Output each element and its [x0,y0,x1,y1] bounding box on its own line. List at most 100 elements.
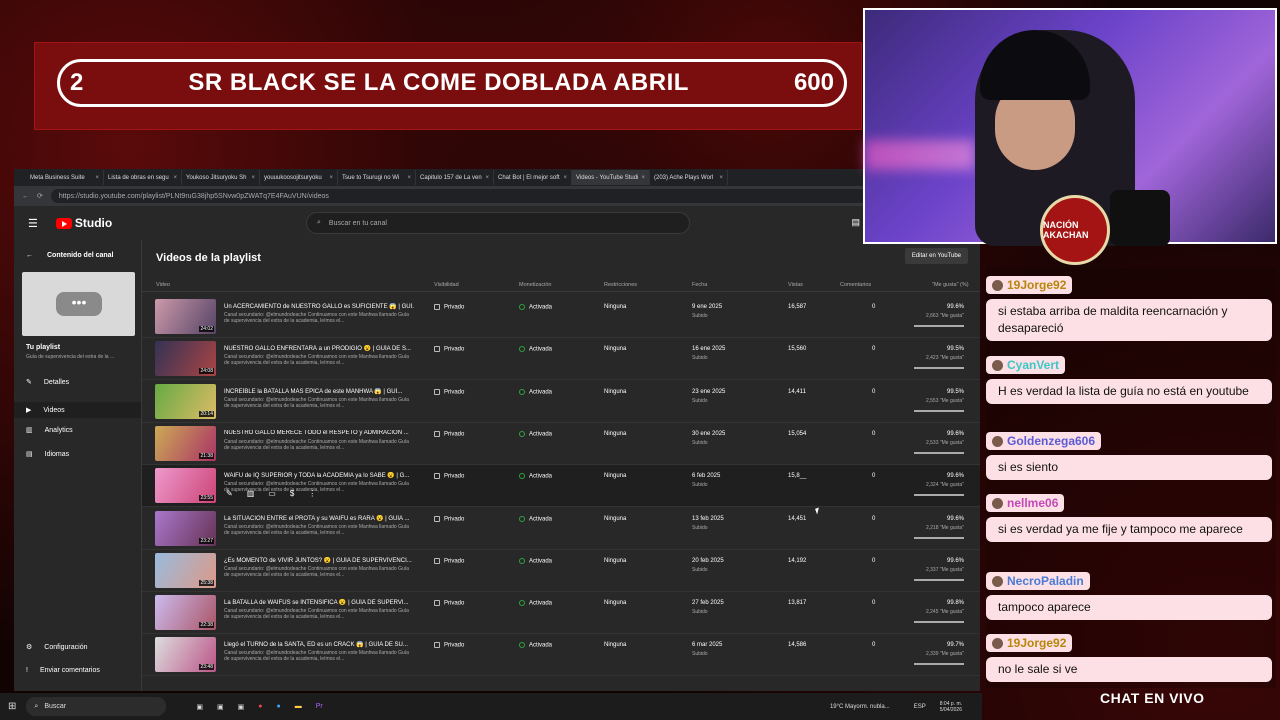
close-icon[interactable]: × [329,175,333,181]
app-icon[interactable]: ▣ [217,703,224,711]
edge-icon[interactable]: ● [277,703,281,710]
video-title[interactable]: NUESTRO GALLO MERECE TODO el RESPETO y A… [224,430,414,436]
video-thumbnail[interactable]: 23:55 [155,468,216,504]
browser-tab[interactable]: (203) Ache Plays Worl × [650,170,728,185]
video-thumbnail[interactable]: 24:02 [155,299,216,334]
video-thumbnail[interactable]: 24:08 [155,341,216,377]
video-title[interactable]: Un ACERCAMIENTO de NUESTRO GALLO es SUFI… [224,303,414,310]
monetization-cell[interactable]: Activada [519,304,552,311]
visibility-cell[interactable]: Privado [434,515,464,522]
monetization-cell[interactable]: Activada [519,600,552,607]
visibility-cell[interactable]: Privado [434,473,464,480]
visibility-cell[interactable]: Privado [434,642,464,649]
monetization-cell[interactable]: Activada [519,473,552,480]
table-row[interactable]: 23:27 La SITUACIÓN ENTRE el PROTA y su W… [142,508,980,550]
visibility-cell[interactable]: Privado [434,430,464,437]
monetization-cell[interactable]: Activada [519,388,552,395]
column-header[interactable]: Comentarios [840,282,871,288]
taskbar-search[interactable]: ⌕ Buscar [26,697,167,716]
close-icon[interactable]: × [641,175,645,181]
app-icon[interactable]: ▣ [238,703,245,711]
close-icon[interactable]: × [719,175,723,181]
video-thumbnail[interactable]: 22:38 [155,595,216,631]
table-row[interactable]: 21:38 NUESTRO GALLO MERECE TODO el RESPE… [142,423,980,465]
studio-logo[interactable]: Studio [55,216,112,230]
browser-tab[interactable]: youuukoosojitsuryoku × [260,170,338,185]
monetization-cell[interactable]: Activada [519,557,552,564]
url-field[interactable]: https://studio.youtube.com/playlist/PLNt… [50,189,972,203]
video-thumbnail[interactable]: 20:14 [155,383,216,419]
folder-icon[interactable]: ▬ [295,703,302,710]
browser-tab[interactable]: Youkoso Jitsuryoku Sh × [182,170,260,185]
video-title[interactable]: ¿Es MOMENTO de VIVIR JUNTOS? 😮 | GUÍA DE… [224,557,414,564]
video-thumbnail[interactable]: 23:27 [155,510,216,546]
table-row[interactable]: 25:38 ¿Es MOMENTO de VIVIR JUNTOS? 😮 | G… [142,550,980,592]
sidebar-item-settings[interactable]: ⚙ Configuración [26,643,87,652]
column-header[interactable]: Video [156,282,170,288]
table-row[interactable]: 24:08 NUESTRO GALLO ENFRENTARÁ a un PROD… [142,338,980,381]
browser-tab[interactable]: Lista de obras en segu × [104,170,182,185]
back-icon[interactable]: ← [22,193,29,200]
close-icon[interactable]: × [173,175,177,181]
table-row[interactable]: 23:48 Llegó el TURNO de la SANTA, ED es … [142,634,980,677]
reload-icon[interactable]: ⟳ [37,192,43,200]
column-header[interactable]: Visibilidad [434,282,459,288]
monetization-cell[interactable]: Activada [519,642,552,649]
premiere-icon[interactable]: Pr [316,703,323,710]
visibility-cell[interactable]: Privado [434,388,464,395]
weather[interactable]: 19°C Mayorm. nubla... [830,704,890,710]
playlist-thumbnail[interactable]: ••• [22,272,135,336]
video-thumbnail[interactable]: 25:38 [155,552,216,588]
edit-on-youtube-button[interactable]: Editar en YouTube [904,248,968,264]
sidebar-item-videos[interactable]: ▶ Videos [14,402,141,418]
table-row[interactable]: 24:02 Un ACERCAMIENTO de NUESTRO GALLO e… [142,296,980,338]
sidebar-item-analytics[interactable]: ▥ Analytics [26,426,73,435]
app-icon[interactable]: ▣ [196,703,203,711]
close-icon[interactable]: × [485,175,489,181]
video-title[interactable]: INCREÍBLE la BATALLA MÁS ÉPICA de este M… [224,388,414,395]
browser-tab[interactable]: Videos - YouTube Studi × [572,170,650,185]
back-to-content[interactable]: ← Contenido del canal [26,252,114,259]
monetization-cell[interactable]: Activada [519,346,552,353]
table-row[interactable]: 22:38 La BATALLA de WAIFUS se INTENSIFIC… [142,592,980,635]
sidebar-item-languages[interactable]: ▤ Idiomas [26,450,69,459]
video-title[interactable]: WAIFU de IQ SUPERIOR y TODA la ACADEMIA … [224,472,414,479]
sidebar-item-details[interactable]: ✎ Detalles [26,378,69,387]
more-icon[interactable]: ⋮ [308,489,316,498]
browser-tab[interactable]: Tsue to Tsurugi no Wi × [338,170,416,185]
chrome-icon[interactable]: ● [258,703,262,710]
windows-start-icon[interactable]: ⊞ [8,701,16,712]
sidebar-item-feedback[interactable]: ! Enviar comentarios [26,667,100,674]
close-icon[interactable]: × [407,175,411,181]
browser-tab[interactable]: Meta Business Suite × [26,170,104,185]
edit-icon[interactable]: ✎ [226,489,233,498]
video-thumbnail[interactable]: 21:38 [155,425,216,461]
column-header[interactable]: Fecha [692,282,707,288]
column-header[interactable]: Restricciones [604,282,637,288]
analytics-icon[interactable]: ▥ [247,489,255,498]
monetization-cell[interactable]: Activada [519,430,552,437]
comments-icon[interactable]: ▭ [268,489,276,498]
close-icon[interactable]: × [95,175,99,181]
visibility-cell[interactable]: Privado [434,557,464,564]
visibility-cell[interactable]: Privado [434,600,464,607]
monetization-icon[interactable]: $ [290,489,294,498]
browser-tab[interactable]: Capitulo 157 de La ven × [416,170,494,185]
browser-tab[interactable]: Chat Bot | El mejor soft × [494,170,572,185]
video-title[interactable]: La BATALLA de WAIFUS se INTENSIFICA 😮 | … [224,599,414,606]
monetization-cell[interactable]: Activada [519,515,552,522]
video-thumbnail[interactable]: 23:48 [155,637,216,673]
close-icon[interactable]: × [563,175,567,181]
table-row[interactable]: 23:55 WAIFU de IQ SUPERIOR y TODA la ACA… [142,465,980,508]
column-header[interactable]: "Me gusta" (%) [932,282,969,288]
column-header[interactable]: Monetización [519,282,551,288]
video-title[interactable]: Llegó el TURNO de la SANTA, ED es un CRA… [224,641,414,648]
visibility-cell[interactable]: Privado [434,346,464,353]
video-title[interactable]: La SITUACIÓN ENTRE el PROTA y su WAIFU e… [224,515,414,522]
visibility-cell[interactable]: Privado [434,304,464,311]
feedback-icon[interactable]: ▤ [851,217,860,228]
language-indicator[interactable]: ESP [914,704,926,710]
clock[interactable]: 8:04 p. m. 5/04/2026 [940,701,962,713]
menu-icon[interactable]: ☰ [28,217,38,230]
video-title[interactable]: NUESTRO GALLO ENFRENTARÁ a un PRODIGIO 😮… [224,345,414,352]
